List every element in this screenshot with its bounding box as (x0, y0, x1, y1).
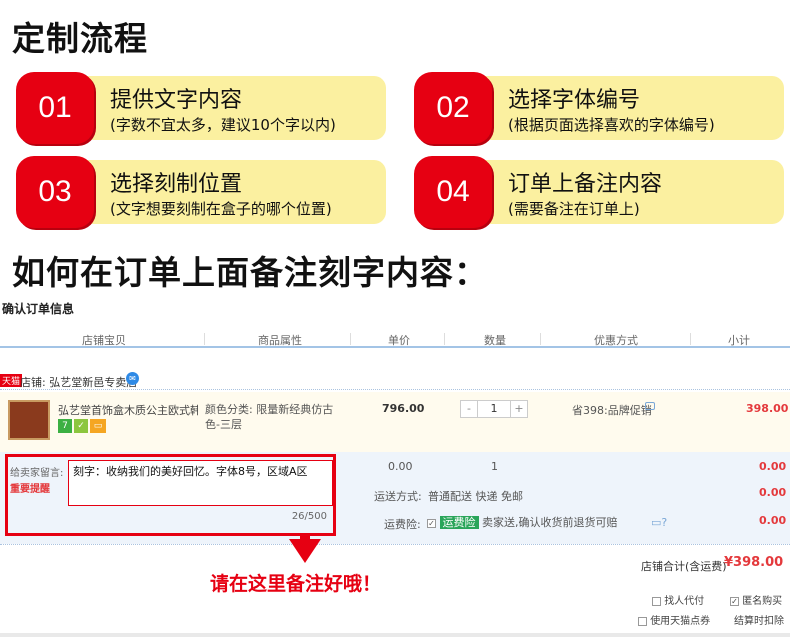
column-header: 店铺宝贝 (82, 334, 126, 347)
pay-for-me-checkbox[interactable] (652, 596, 661, 606)
column-divider (204, 333, 205, 345)
step-main-text: 选择字体编号 (508, 88, 641, 113)
pay-for-me-label: 找人代付 (664, 596, 705, 607)
order-screenshot: 确认订单信息 店铺宝贝 商品属性 单价 数量 优惠方式 小计 天猫 店铺: 弘艺… (0, 296, 790, 637)
insurance-total: 0.00 (759, 514, 787, 527)
shop-total-row: 店铺合计(含运费) ¥398.00 (0, 544, 790, 582)
column-header: 商品属性 (258, 334, 302, 347)
promotion-text: 省398:品牌促销 (572, 404, 652, 417)
section-heading: 如何在订单上面备注刻字内容： (12, 253, 488, 292)
important-reminder: 重要提醒 (10, 484, 50, 495)
step-number: 03 (16, 156, 94, 228)
column-divider (350, 333, 351, 345)
column-divider (540, 333, 541, 345)
coupon-checkbox[interactable] (638, 616, 647, 626)
anonymous-label: 匿名购买 (742, 596, 783, 607)
step-number: 02 (414, 72, 492, 144)
insurance-text: 卖家送,确认收货前退货可赔 (482, 516, 618, 529)
chat-icon[interactable]: ✉ (126, 372, 139, 385)
extra-price: 0.00 (388, 460, 413, 473)
unit-price: 796.00 (382, 402, 425, 415)
column-header: 优惠方式 (594, 334, 638, 347)
bottom-divider (0, 633, 790, 637)
item-subtotal: 398.00 (746, 402, 789, 415)
tmall-badge: 天猫 (0, 374, 23, 387)
extra-total: 0.00 (759, 460, 787, 473)
credit-card-icon: ▭ (90, 419, 106, 433)
increase-button[interactable]: + (511, 401, 527, 417)
instruction-note: 请在这里备注好哦！ (210, 573, 382, 595)
column-header: 数量 (484, 334, 506, 347)
shipping-label: 运送方式: (374, 490, 422, 503)
column-divider (444, 333, 445, 345)
service-badges: 7 ✓ ▭ (58, 418, 108, 433)
seller-message-input[interactable]: 刻字：收纳我们的美好回忆。字体8号，区域A区 (68, 460, 333, 506)
step-number: 04 (414, 156, 492, 228)
step-main-text: 选择刻制位置 (110, 172, 243, 197)
step-sub-text: (需要备注在订单上) (508, 200, 640, 218)
step-4: 04 订单上备注内容 (需要备注在订单上) (414, 156, 784, 228)
down-arrow-icon (289, 539, 321, 563)
step-sub-text: (字数不宜太多，建议10个字以内) (110, 116, 336, 134)
column-header: 单价 (388, 334, 410, 347)
shop-row: 天猫 店铺: 弘艺堂新邑专卖店 ✉ (0, 372, 790, 390)
help-icon[interactable]: ▭? (651, 516, 667, 529)
step-3: 03 选择刻制位置 (文字想要刻制在盒子的哪个位置) (16, 156, 386, 228)
insurance-tag: 运费险 (439, 516, 479, 529)
coupon-option[interactable]: 使用天猫点券 (638, 612, 710, 627)
shipping-total: 0.00 (759, 486, 787, 499)
insurance-checkbox-row[interactable]: ✓ 运费险 卖家送,确认收货前退货可赔 (427, 514, 618, 530)
shop-total-value: ¥398.00 (724, 555, 784, 570)
insurance-label: 运费险: (384, 518, 421, 531)
step-main-text: 提供文字内容 (110, 88, 243, 113)
character-count: 26/500 (291, 511, 327, 522)
decrease-button[interactable]: - (461, 401, 477, 417)
step-sub-text: (根据页面选择喜欢的字体编号) (508, 116, 715, 134)
product-name-link[interactable]: 弘艺堂首饰盒木质公主欧式韩国... (58, 402, 198, 418)
column-divider (690, 333, 691, 345)
coupon-label: 使用天猫点券 (650, 616, 711, 627)
anonymous-checkbox[interactable]: ✓ (730, 596, 739, 606)
quantity-input[interactable]: 1 (477, 401, 511, 417)
shop-name[interactable]: 店铺: 弘艺堂新邑专卖店 (20, 374, 137, 390)
message-label: 给卖家留言: (10, 468, 64, 479)
step-2: 02 选择字体编号 (根据页面选择喜欢的字体编号) (414, 72, 784, 144)
quantity-stepper[interactable]: - 1 + (460, 400, 528, 418)
product-row: 弘艺堂首饰盒木质公主欧式韩国... 7✓▭ 颜色分类: 限量新经典仿古色-三层 … (0, 392, 790, 452)
product-attribute: 颜色分类: 限量新经典仿古色-三层 (205, 403, 334, 431)
seller-message-box: 给卖家留言: 重要提醒 刻字：收纳我们的美好回忆。字体8号，区域A区 26/50… (5, 454, 336, 536)
deduct-at-checkout: 结算时扣除 (734, 616, 784, 627)
column-header: 小计 (728, 334, 750, 347)
insurance-checkbox[interactable]: ✓ (427, 518, 436, 528)
order-table-header: 店铺宝贝 商品属性 单价 数量 优惠方式 小计 (0, 326, 790, 348)
page-title: 定制流程 (12, 19, 148, 58)
step-number: 01 (16, 72, 94, 144)
shop-total-label: 店铺合计(含运费) (641, 560, 727, 573)
shipping-method[interactable]: 普通配送 快递 免邮 (428, 488, 523, 504)
step-main-text: 订单上备注内容 (508, 172, 663, 197)
seven-day-return-icon: 7 (58, 419, 72, 433)
step-sub-text: (文字想要刻制在盒子的哪个位置) (110, 200, 332, 218)
step-1: 01 提供文字内容 (字数不宜太多，建议10个字以内) (16, 72, 386, 144)
comment-icon[interactable] (645, 402, 655, 410)
pay-for-me-option[interactable]: 找人代付 (652, 592, 704, 607)
product-thumbnail[interactable] (8, 400, 50, 440)
order-title: 确认订单信息 (2, 302, 75, 316)
extra-qty: 1 (491, 460, 498, 473)
guarantee-icon: ✓ (74, 419, 88, 433)
anonymous-option[interactable]: ✓ 匿名购买 (730, 592, 782, 607)
